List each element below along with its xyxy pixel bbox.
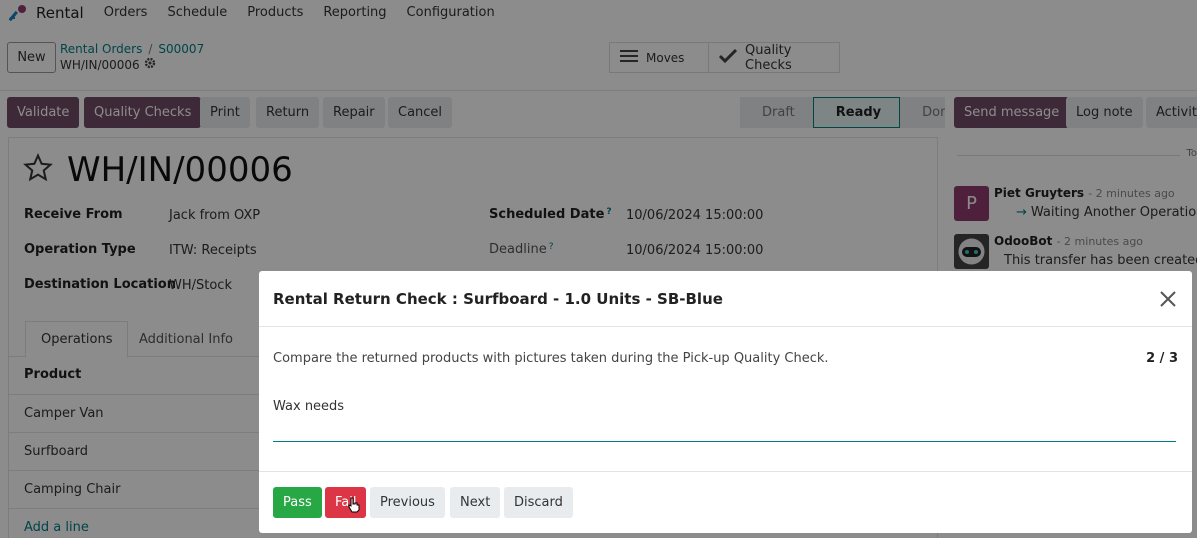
next-button[interactable]: Next xyxy=(450,487,501,518)
fail-button[interactable]: Fail xyxy=(325,487,367,518)
dialog-header: Rental Return Check : Surfboard - 1.0 Un… xyxy=(259,271,1192,327)
pass-button[interactable]: Pass xyxy=(273,487,322,518)
discard-button[interactable]: Discard xyxy=(504,487,573,518)
note-underline xyxy=(273,441,1176,442)
check-instruction: Compare the returned products with pictu… xyxy=(273,351,829,366)
dialog-title: Rental Return Check : Surfboard - 1.0 Un… xyxy=(273,289,723,308)
previous-button[interactable]: Previous xyxy=(370,487,445,518)
quality-check-dialog: Rental Return Check : Surfboard - 1.0 Un… xyxy=(259,271,1192,533)
dialog-footer: Pass Fail Previous Next Discard xyxy=(259,471,1192,533)
close-icon[interactable] xyxy=(1158,289,1178,309)
note-field[interactable]: Wax needs xyxy=(273,399,344,414)
check-counter: 2 / 3 xyxy=(1146,351,1178,366)
hand-cursor-icon xyxy=(348,497,360,517)
